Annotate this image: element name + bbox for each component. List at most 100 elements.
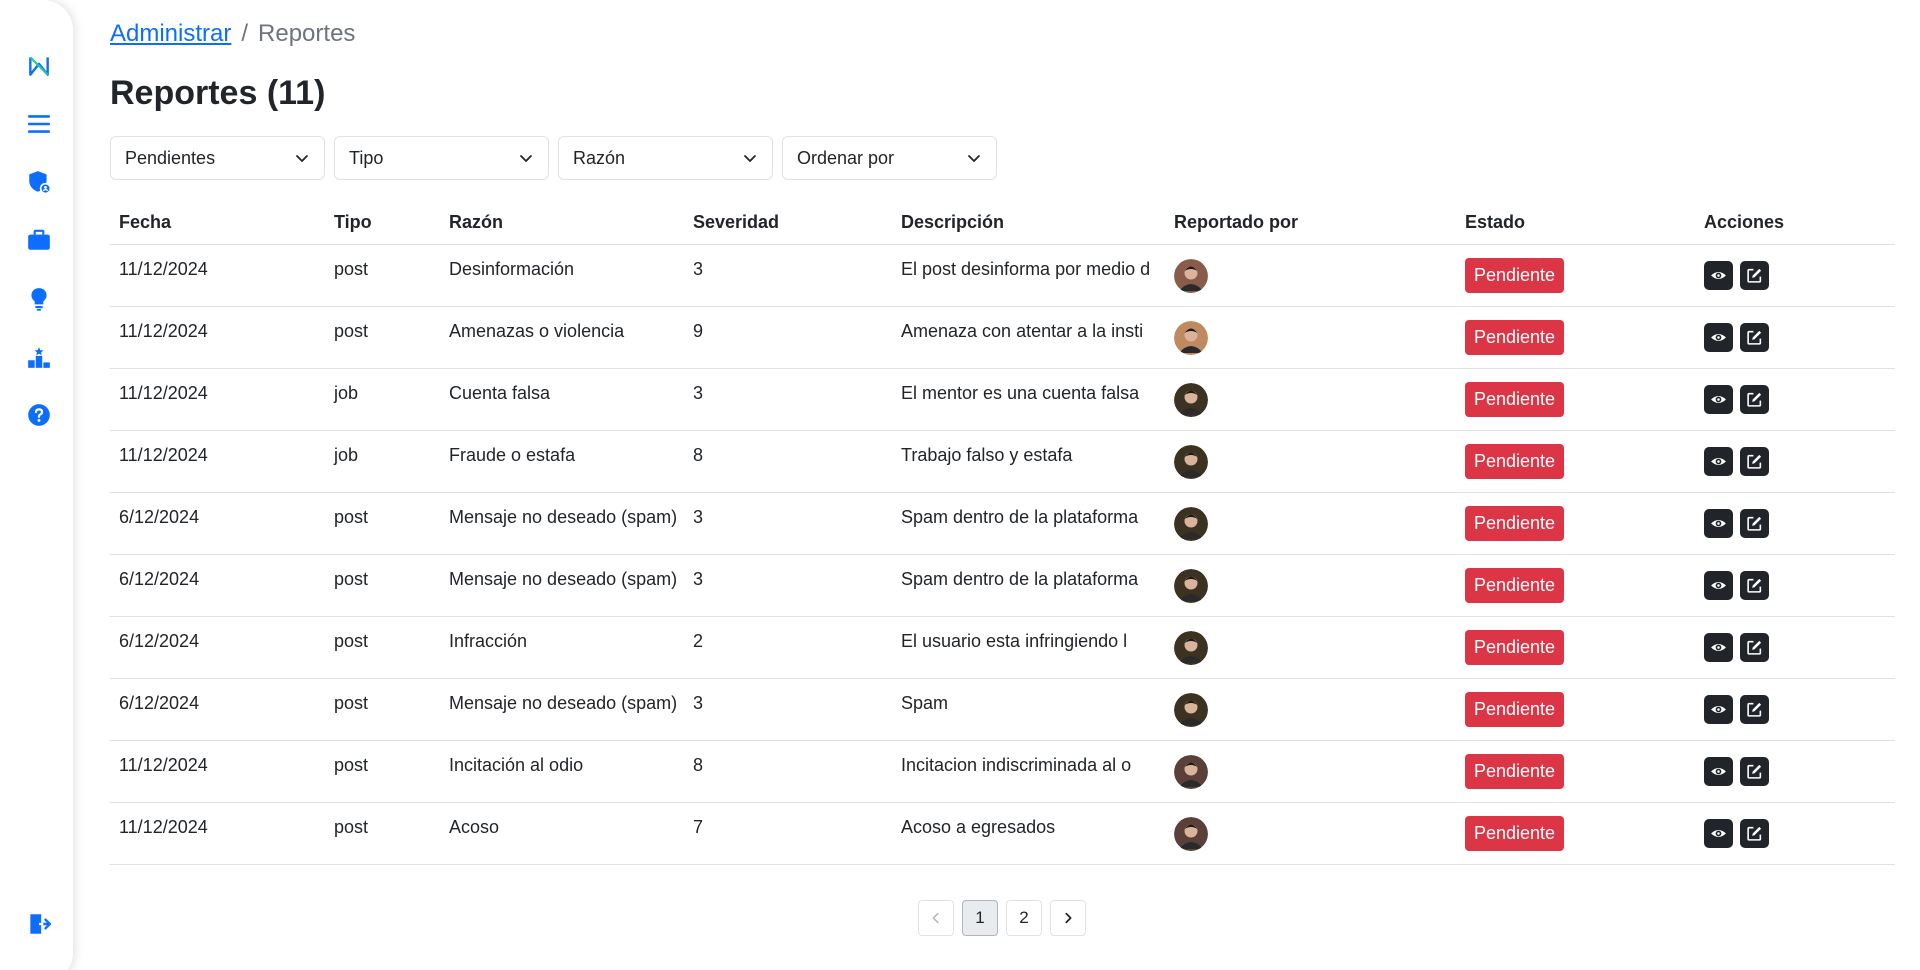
eye-icon xyxy=(1711,644,1726,651)
avatar[interactable] xyxy=(1174,630,1208,665)
status-badge[interactable]: Pendiente xyxy=(1465,816,1565,851)
avatar[interactable] xyxy=(1174,754,1208,789)
status-badge[interactable]: Pendiente xyxy=(1465,630,1565,665)
podium-icon[interactable] xyxy=(25,343,53,371)
status-badge[interactable]: Pendiente xyxy=(1465,692,1565,727)
view-button[interactable] xyxy=(1704,757,1733,786)
avatar[interactable] xyxy=(1174,382,1208,417)
reason-filter-select[interactable]: Razón xyxy=(558,136,773,180)
cell-descripcion: El mentor es una cuenta falsa xyxy=(901,383,1140,403)
status-badge[interactable]: Pendiente xyxy=(1465,754,1565,789)
avatar[interactable] xyxy=(1174,444,1208,479)
cell-estado: Pendiente xyxy=(1465,816,1704,851)
cell-tipo: post xyxy=(334,259,369,279)
cell-fecha: 6/12/2024 xyxy=(119,507,200,527)
help-icon[interactable] xyxy=(25,401,53,429)
page-button-2[interactable]: 2 xyxy=(1006,900,1042,936)
status-badge[interactable]: Pendiente xyxy=(1465,320,1565,355)
cell-tipo: job xyxy=(334,445,359,465)
prev-page-button[interactable] xyxy=(918,900,954,936)
chevron-left-icon xyxy=(932,912,939,924)
breadcrumb: Administrar / Reportes xyxy=(110,20,355,48)
cell-descripcion: Spam dentro de la plataforma xyxy=(901,507,1139,527)
view-button[interactable] xyxy=(1704,261,1733,290)
table-row: 6/12/2024 post Mensaje no deseado (spam)… xyxy=(110,493,1895,555)
cell-estado: Pendiente xyxy=(1465,568,1704,603)
view-button[interactable] xyxy=(1704,819,1733,848)
edit-icon xyxy=(1747,578,1762,593)
type-filter-select[interactable]: Tipo xyxy=(334,136,549,180)
avatar[interactable] xyxy=(1174,568,1208,603)
edit-button[interactable] xyxy=(1740,323,1769,352)
briefcase-icon[interactable] xyxy=(25,226,53,254)
view-button[interactable] xyxy=(1704,447,1733,476)
cell-acciones xyxy=(1704,261,1895,290)
edit-button[interactable] xyxy=(1740,261,1769,290)
sort-by-select[interactable]: Ordenar por xyxy=(782,136,997,180)
chevron-down-icon xyxy=(968,155,980,162)
status-filter-select[interactable]: Pendientes xyxy=(110,136,325,180)
eye-icon xyxy=(1711,396,1726,403)
edit-button[interactable] xyxy=(1740,757,1769,786)
logout-icon[interactable] xyxy=(25,910,53,938)
cell-estado: Pendiente xyxy=(1465,754,1704,789)
status-badge[interactable]: Pendiente xyxy=(1465,258,1565,293)
eye-icon xyxy=(1711,830,1726,837)
avatar[interactable] xyxy=(1174,816,1208,851)
eye-icon xyxy=(1711,520,1726,527)
cell-acciones xyxy=(1704,385,1895,414)
cell-severidad: 8 xyxy=(693,755,704,775)
table-row: 11/12/2024 post Desinformación 3 El post… xyxy=(110,245,1895,307)
cell-reportado-por xyxy=(1174,754,1465,789)
avatar[interactable] xyxy=(1174,692,1208,727)
cell-fecha: 11/12/2024 xyxy=(119,259,208,279)
eye-icon xyxy=(1711,272,1726,279)
status-badge[interactable]: Pendiente xyxy=(1465,506,1565,541)
cell-severidad: 9 xyxy=(693,321,704,341)
view-button[interactable] xyxy=(1704,323,1733,352)
cell-tipo: post xyxy=(334,817,369,837)
view-button[interactable] xyxy=(1704,695,1733,724)
shield-user-icon[interactable] xyxy=(25,168,53,196)
cell-acciones xyxy=(1704,447,1895,476)
avatar[interactable] xyxy=(1174,320,1208,355)
edit-button[interactable] xyxy=(1740,385,1769,414)
avatar[interactable] xyxy=(1174,506,1208,541)
edit-icon xyxy=(1747,640,1762,655)
logo-icon[interactable] xyxy=(25,52,53,80)
breadcrumb-link-administrar[interactable]: Administrar xyxy=(110,20,231,48)
table-row: 11/12/2024 post Incitación al odio 8 Inc… xyxy=(110,741,1895,803)
cell-estado: Pendiente xyxy=(1465,320,1704,355)
status-badge[interactable]: Pendiente xyxy=(1465,444,1565,479)
view-button[interactable] xyxy=(1704,633,1733,662)
menu-icon[interactable] xyxy=(25,110,53,138)
cell-razon: Infracción xyxy=(449,631,528,651)
view-button[interactable] xyxy=(1704,571,1733,600)
cell-severidad: 3 xyxy=(693,507,704,527)
edit-icon xyxy=(1747,392,1762,407)
header-severidad: Severidad xyxy=(693,211,780,232)
cell-razon: Acoso xyxy=(449,817,500,837)
view-button[interactable] xyxy=(1704,509,1733,538)
next-page-button[interactable] xyxy=(1050,900,1086,936)
edit-button[interactable] xyxy=(1740,633,1769,662)
status-badge[interactable]: Pendiente xyxy=(1465,568,1565,603)
avatar[interactable] xyxy=(1174,258,1208,293)
page-button-1[interactable]: 1 xyxy=(962,900,998,936)
edit-button[interactable] xyxy=(1740,819,1769,848)
cell-severidad: 7 xyxy=(693,817,704,837)
cell-razon: Amenazas o violencia xyxy=(449,321,625,341)
status-badge[interactable]: Pendiente xyxy=(1465,382,1565,417)
edit-button[interactable] xyxy=(1740,509,1769,538)
eye-icon xyxy=(1711,768,1726,775)
table-row: 11/12/2024 job Cuenta falsa 3 El mentor … xyxy=(110,369,1895,431)
view-button[interactable] xyxy=(1704,385,1733,414)
type-filter-label: Tipo xyxy=(349,147,384,168)
cell-tipo: post xyxy=(334,693,369,713)
cell-fecha: 11/12/2024 xyxy=(119,383,208,403)
edit-button[interactable] xyxy=(1740,447,1769,476)
edit-button[interactable] xyxy=(1740,695,1769,724)
lightbulb-icon[interactable] xyxy=(25,285,53,313)
edit-button[interactable] xyxy=(1740,571,1769,600)
header-reportado-por: Reportado por xyxy=(1174,211,1298,232)
